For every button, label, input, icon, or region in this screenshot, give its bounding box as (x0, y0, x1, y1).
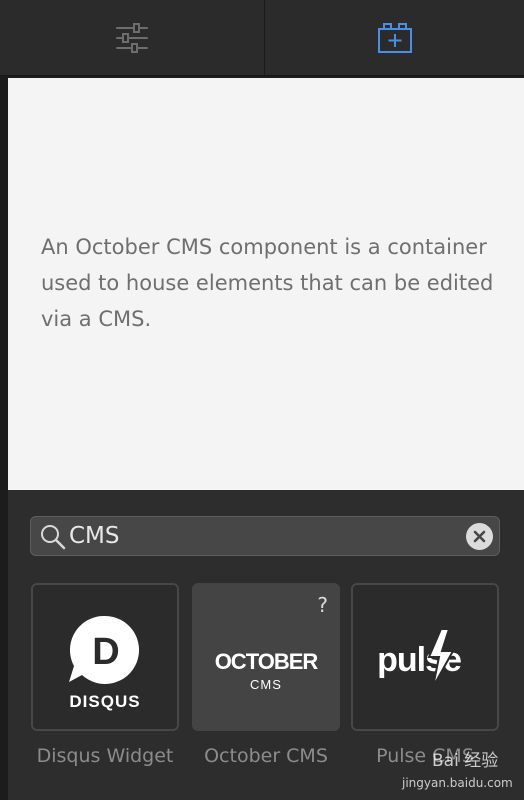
component-card-october-cms[interactable]: ? OCTOBER CMS (192, 583, 340, 731)
october-logo-text: OCTOBER (215, 649, 319, 674)
tab-add-component[interactable] (265, 0, 524, 75)
disqus-logo-letter: D (92, 631, 119, 673)
tab-bar (0, 0, 524, 76)
disqus-logo-text: DISQUS (69, 692, 140, 711)
add-block-icon (377, 22, 412, 53)
watermark-bottom: jingyan.baidu.com (402, 776, 513, 790)
october-logo-icon: OCTOBER CMS (194, 585, 338, 729)
watermark-top: Bai 经验 (432, 751, 499, 771)
clear-icon[interactable] (466, 523, 493, 550)
watermark: Bai 经验 jingyan.baidu.com (396, 742, 518, 796)
search-icon (40, 524, 66, 555)
disqus-logo-icon: D DISQUS (33, 585, 177, 729)
component-card-disqus[interactable]: D DISQUS (31, 583, 179, 731)
tab-settings[interactable] (0, 0, 265, 75)
component-label: October CMS (204, 745, 328, 767)
search-field[interactable] (30, 516, 500, 556)
component-description: An October CMS component is a container … (41, 235, 494, 331)
october-logo-sub: CMS (250, 677, 282, 692)
sliders-icon (116, 22, 148, 53)
search-input[interactable] (69, 521, 454, 551)
component-info-panel: An October CMS component is a container … (8, 78, 524, 490)
component-card-pulse-cms[interactable]: pulse (351, 583, 499, 731)
pulse-logo-icon: pulse (353, 585, 497, 729)
component-label: Disqus Widget (36, 745, 174, 767)
